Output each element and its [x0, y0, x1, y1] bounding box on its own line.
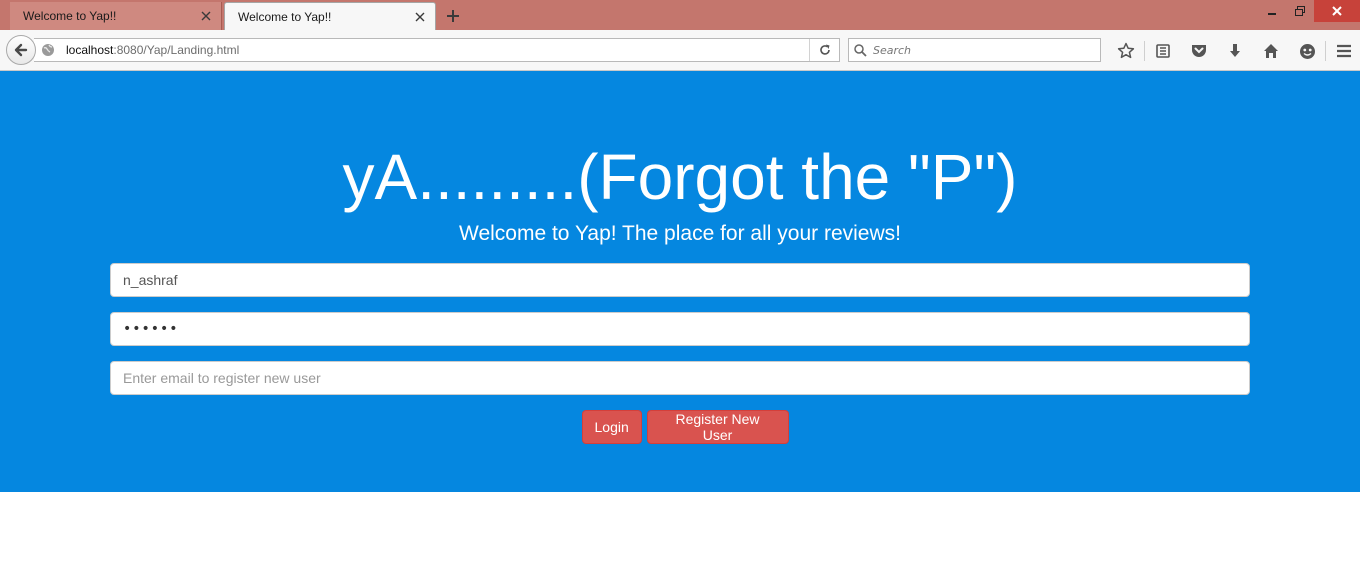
- tab-strip: Welcome to Yap!! Welcome to Yap!!: [0, 0, 1360, 30]
- tab-title: Welcome to Yap!!: [238, 9, 332, 24]
- download-arrow-icon: [1230, 44, 1240, 57]
- page-title: yA.........(Forgot the "P"): [342, 141, 1018, 213]
- hamburger-menu-icon: [1337, 44, 1351, 58]
- window-controls: [1258, 0, 1360, 22]
- search-icon: [849, 43, 871, 57]
- tab-welcome-active[interactable]: Welcome to Yap!!: [224, 2, 436, 30]
- home-button[interactable]: [1253, 39, 1289, 63]
- register-button[interactable]: Register New User: [646, 410, 789, 444]
- back-arrow-icon: [14, 43, 28, 57]
- new-tab-button[interactable]: [443, 6, 463, 26]
- downloads-button[interactable]: [1217, 39, 1253, 63]
- bookmarks-menu-button[interactable]: [1145, 39, 1181, 63]
- email-field[interactable]: [110, 361, 1250, 395]
- search-input[interactable]: [871, 42, 1081, 58]
- tab-title: Welcome to Yap!!: [23, 9, 117, 23]
- restore-button[interactable]: [1286, 0, 1314, 22]
- close-icon: [1332, 6, 1342, 16]
- reload-icon: [819, 44, 830, 55]
- bookmarks-list-icon: [1156, 44, 1170, 58]
- tab-welcome-inactive[interactable]: Welcome to Yap!!: [10, 2, 222, 30]
- search-bar[interactable]: [848, 38, 1101, 62]
- url-text: localhost:8080/Yap/Landing.html: [60, 43, 809, 57]
- restore-icon: [1295, 6, 1305, 16]
- minimize-icon: [1268, 13, 1276, 15]
- toolbar: [1108, 39, 1360, 63]
- plus-icon: [447, 10, 459, 22]
- minimize-button[interactable]: [1258, 0, 1286, 22]
- close-tab-icon[interactable]: [199, 9, 213, 23]
- url-bar[interactable]: localhost:8080/Yap/Landing.html: [34, 38, 840, 62]
- home-icon: [1264, 44, 1278, 58]
- back-button[interactable]: [6, 35, 36, 65]
- smiley-icon: [1299, 43, 1315, 59]
- username-field[interactable]: [110, 263, 1250, 297]
- globe-icon[interactable]: [36, 39, 60, 61]
- reload-button[interactable]: [809, 39, 839, 61]
- url-host: localhost: [66, 43, 114, 57]
- button-row: Login Register New User: [0, 410, 1360, 444]
- password-field[interactable]: [110, 312, 1250, 346]
- tagline: Welcome to Yap! The place for all your r…: [459, 222, 901, 245]
- star-icon: [1117, 42, 1135, 59]
- url-path: :8080/Yap/Landing.html: [113, 43, 240, 57]
- bookmark-star-button[interactable]: [1108, 39, 1144, 63]
- login-button[interactable]: Login: [581, 410, 642, 444]
- landing-hero: yA.........(Forgot the "P") Welcome to Y…: [0, 71, 1360, 492]
- pocket-button[interactable]: [1181, 39, 1217, 63]
- pocket-icon: [1192, 45, 1206, 57]
- close-tab-icon[interactable]: [413, 10, 427, 24]
- close-window-button[interactable]: [1314, 0, 1360, 22]
- hello-button[interactable]: [1289, 39, 1325, 63]
- menu-button[interactable]: [1326, 39, 1360, 63]
- nav-bar: localhost:8080/Yap/Landing.html: [0, 30, 1360, 71]
